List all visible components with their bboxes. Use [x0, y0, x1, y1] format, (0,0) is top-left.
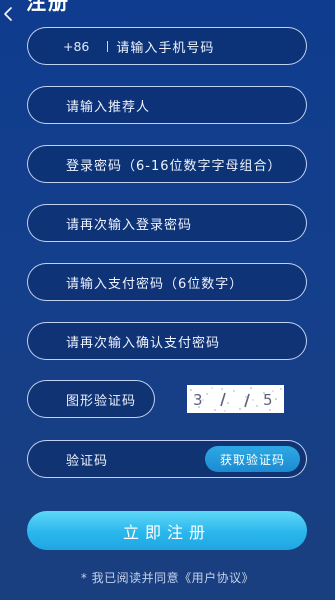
- login-password-placeholder: 登录密码（6-16位数字字母组合）: [66, 158, 282, 174]
- confirm-pay-password-placeholder: 请再次输入确认支付密码: [66, 335, 221, 351]
- chevron-left-icon: [4, 7, 12, 21]
- confirm-login-password-field[interactable]: 请再次输入登录密码: [27, 204, 307, 242]
- confirm-login-password-placeholder: 请再次输入登录密码: [66, 217, 193, 233]
- referrer-field[interactable]: 请输入推荐人: [27, 86, 307, 124]
- register-button[interactable]: 立即注册: [27, 511, 307, 550]
- captcha-char-4: 5: [263, 391, 273, 409]
- phone-divider: [107, 40, 109, 52]
- back-button[interactable]: [0, 4, 16, 24]
- captcha-char-1: 3: [193, 391, 203, 409]
- referrer-placeholder: 请输入推荐人: [66, 99, 151, 115]
- phone-field[interactable]: +86 请输入手机号码: [27, 27, 307, 65]
- sms-code-placeholder: 验证码: [66, 453, 109, 469]
- get-code-button[interactable]: 获取验证码: [205, 446, 300, 472]
- captcha-placeholder: 图形验证码: [66, 393, 137, 409]
- login-password-field[interactable]: 登录密码（6-16位数字字母组合）: [27, 145, 307, 183]
- confirm-pay-password-field[interactable]: 请再次输入确认支付密码: [27, 322, 307, 360]
- page-title: 注册: [26, 0, 70, 14]
- agreement-link[interactable]: * 我已阅读并同意《用户协议》: [0, 569, 335, 586]
- phone-placeholder: 请输入手机号码: [116, 40, 215, 56]
- captcha-field[interactable]: 图形验证码: [27, 380, 155, 418]
- pay-password-field[interactable]: 请输入支付密码（6位数字）: [27, 263, 307, 301]
- country-code[interactable]: +86: [28, 39, 89, 54]
- pay-password-placeholder: 请输入支付密码（6位数字）: [66, 276, 244, 292]
- captcha-image[interactable]: 3 5: [187, 385, 284, 413]
